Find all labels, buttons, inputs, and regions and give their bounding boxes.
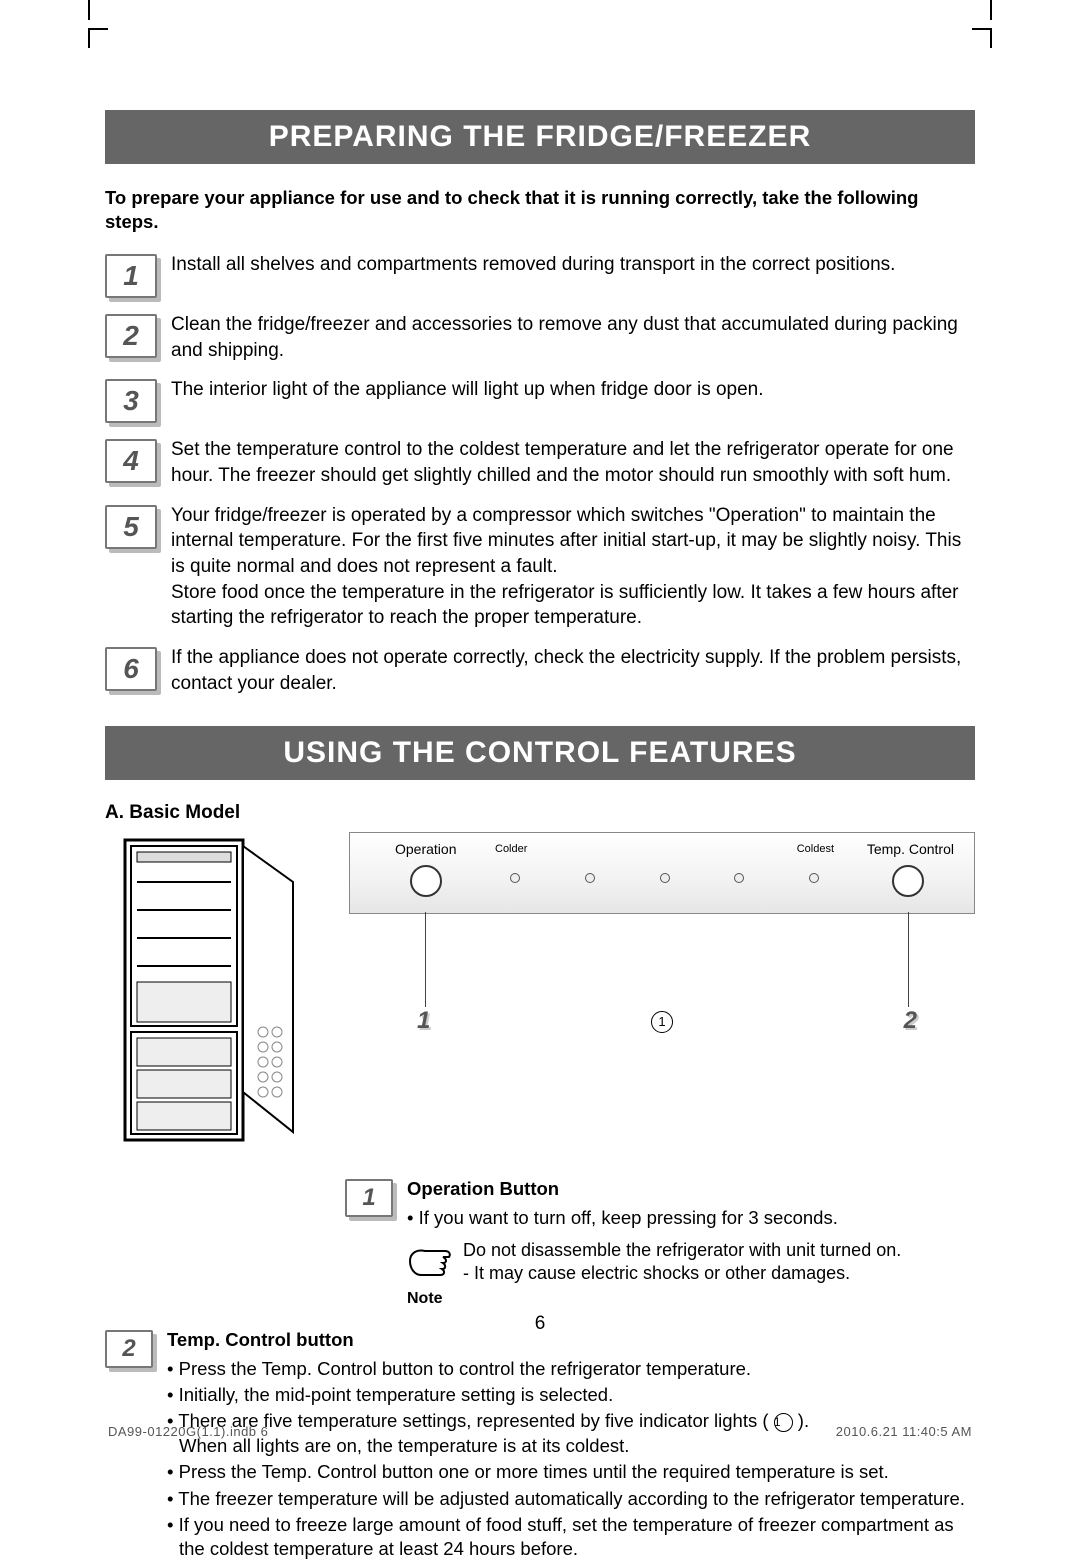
callout-line [425,912,426,1007]
temp-control-section: 2 Temp. Control button Press the Temp. C… [105,1328,975,1564]
operation-label: Operation [395,841,456,857]
step-number-icon: 4 [105,439,157,483]
step-number-icon: 5 [105,505,157,549]
list-item: The freezer temperature will be adjusted… [167,1487,975,1511]
control-panel-diagram: Operation Temp. Control Colder Coldest 1… [349,832,975,914]
note-label: Note [407,1288,453,1310]
operation-button-icon [410,865,442,897]
list-item: Press the Temp. Control button to contro… [167,1357,975,1381]
indicator-ref-icon: 1 [774,1413,793,1432]
temp-control-label: Temp. Control [867,841,954,857]
coldest-label: Coldest [797,843,834,855]
step-text: The interior light of the appliance will… [171,377,975,403]
step-text: If the appliance does not operate correc… [171,645,975,696]
list-item: If you want to turn off, keep pressing f… [407,1206,975,1231]
crop-mark [88,28,108,48]
indicator-lights [510,873,819,883]
fridge-icon [105,832,305,1152]
note-text: Do not disassemble the refrigerator with… [463,1239,901,1286]
footer-left: DA99-01220G(1.1).indb 6 [108,1424,268,1439]
section-banner-controls: USING THE CONTROL FEATURES [105,726,975,780]
temp-control-bullets: Press the Temp. Control button to contro… [167,1357,975,1562]
step-number-icon: 2 [105,1330,153,1368]
callout-line [908,912,909,1007]
list-item: Initially, the mid-point temperature set… [167,1383,975,1407]
scale-labels: Colder Coldest [495,843,834,855]
list-item: Press the Temp. Control button one or mo… [167,1460,975,1484]
fridge-illustration [105,832,305,1157]
manual-page: PREPARING THE FRIDGE/FREEZER To prepare … [0,0,1080,1469]
step-text: Your fridge/freezer is operated by a com… [171,503,975,631]
note-row: Note Do not disassemble the refrigerator… [407,1239,975,1310]
prepare-steps: 1 Install all shelves and compartments r… [105,252,975,696]
step-number-icon: 6 [105,647,157,691]
colder-label: Colder [495,843,527,855]
operation-button-section: 1 Operation Button If you want to turn o… [345,1177,975,1310]
footer-right: 2010.6.21 11:40:5 AM [836,1424,972,1439]
step-number-icon: 1 [105,254,157,298]
step-6: 6 If the appliance does not operate corr… [105,645,975,696]
callout-indicator-ref: 1 [651,1010,673,1033]
operation-button-bullets: If you want to turn off, keep pressing f… [407,1206,975,1231]
controls-illustration-row: Operation Temp. Control Colder Coldest 1… [105,832,975,1157]
step-number-icon: 1 [345,1179,393,1217]
crop-mark [972,28,992,48]
step-2: 2 Clean the fridge/freezer and accessori… [105,312,975,363]
note-hand-icon: Note [407,1239,453,1310]
control-panel: Operation Temp. Control Colder Coldest [349,832,975,914]
step-1: 1 Install all shelves and compartments r… [105,252,975,298]
step-text: Install all shelves and compartments rem… [171,252,975,278]
step-number-icon: 3 [105,379,157,423]
step-text: Clean the fridge/freezer and accessories… [171,312,975,363]
model-heading: A. Basic Model [105,802,975,824]
step-3: 3 The interior light of the appliance wi… [105,377,975,423]
list-item: If you need to freeze large amount of fo… [167,1513,975,1562]
intro-text: To prepare your appliance for use and to… [105,186,975,234]
section-banner-prepare: PREPARING THE FRIDGE/FREEZER [105,110,975,164]
step-4: 4 Set the temperature control to the col… [105,437,975,488]
step-text: Set the temperature control to the colde… [171,437,975,488]
page-number: 6 [0,1313,1080,1335]
callout-number-1: 1 [417,1007,430,1035]
callout-number-2: 2 [904,1007,917,1035]
step-number-icon: 2 [105,314,157,358]
operation-button-title: Operation Button [407,1177,975,1202]
step-5: 5 Your fridge/freezer is operated by a c… [105,503,975,631]
temp-control-button-icon [892,865,924,897]
